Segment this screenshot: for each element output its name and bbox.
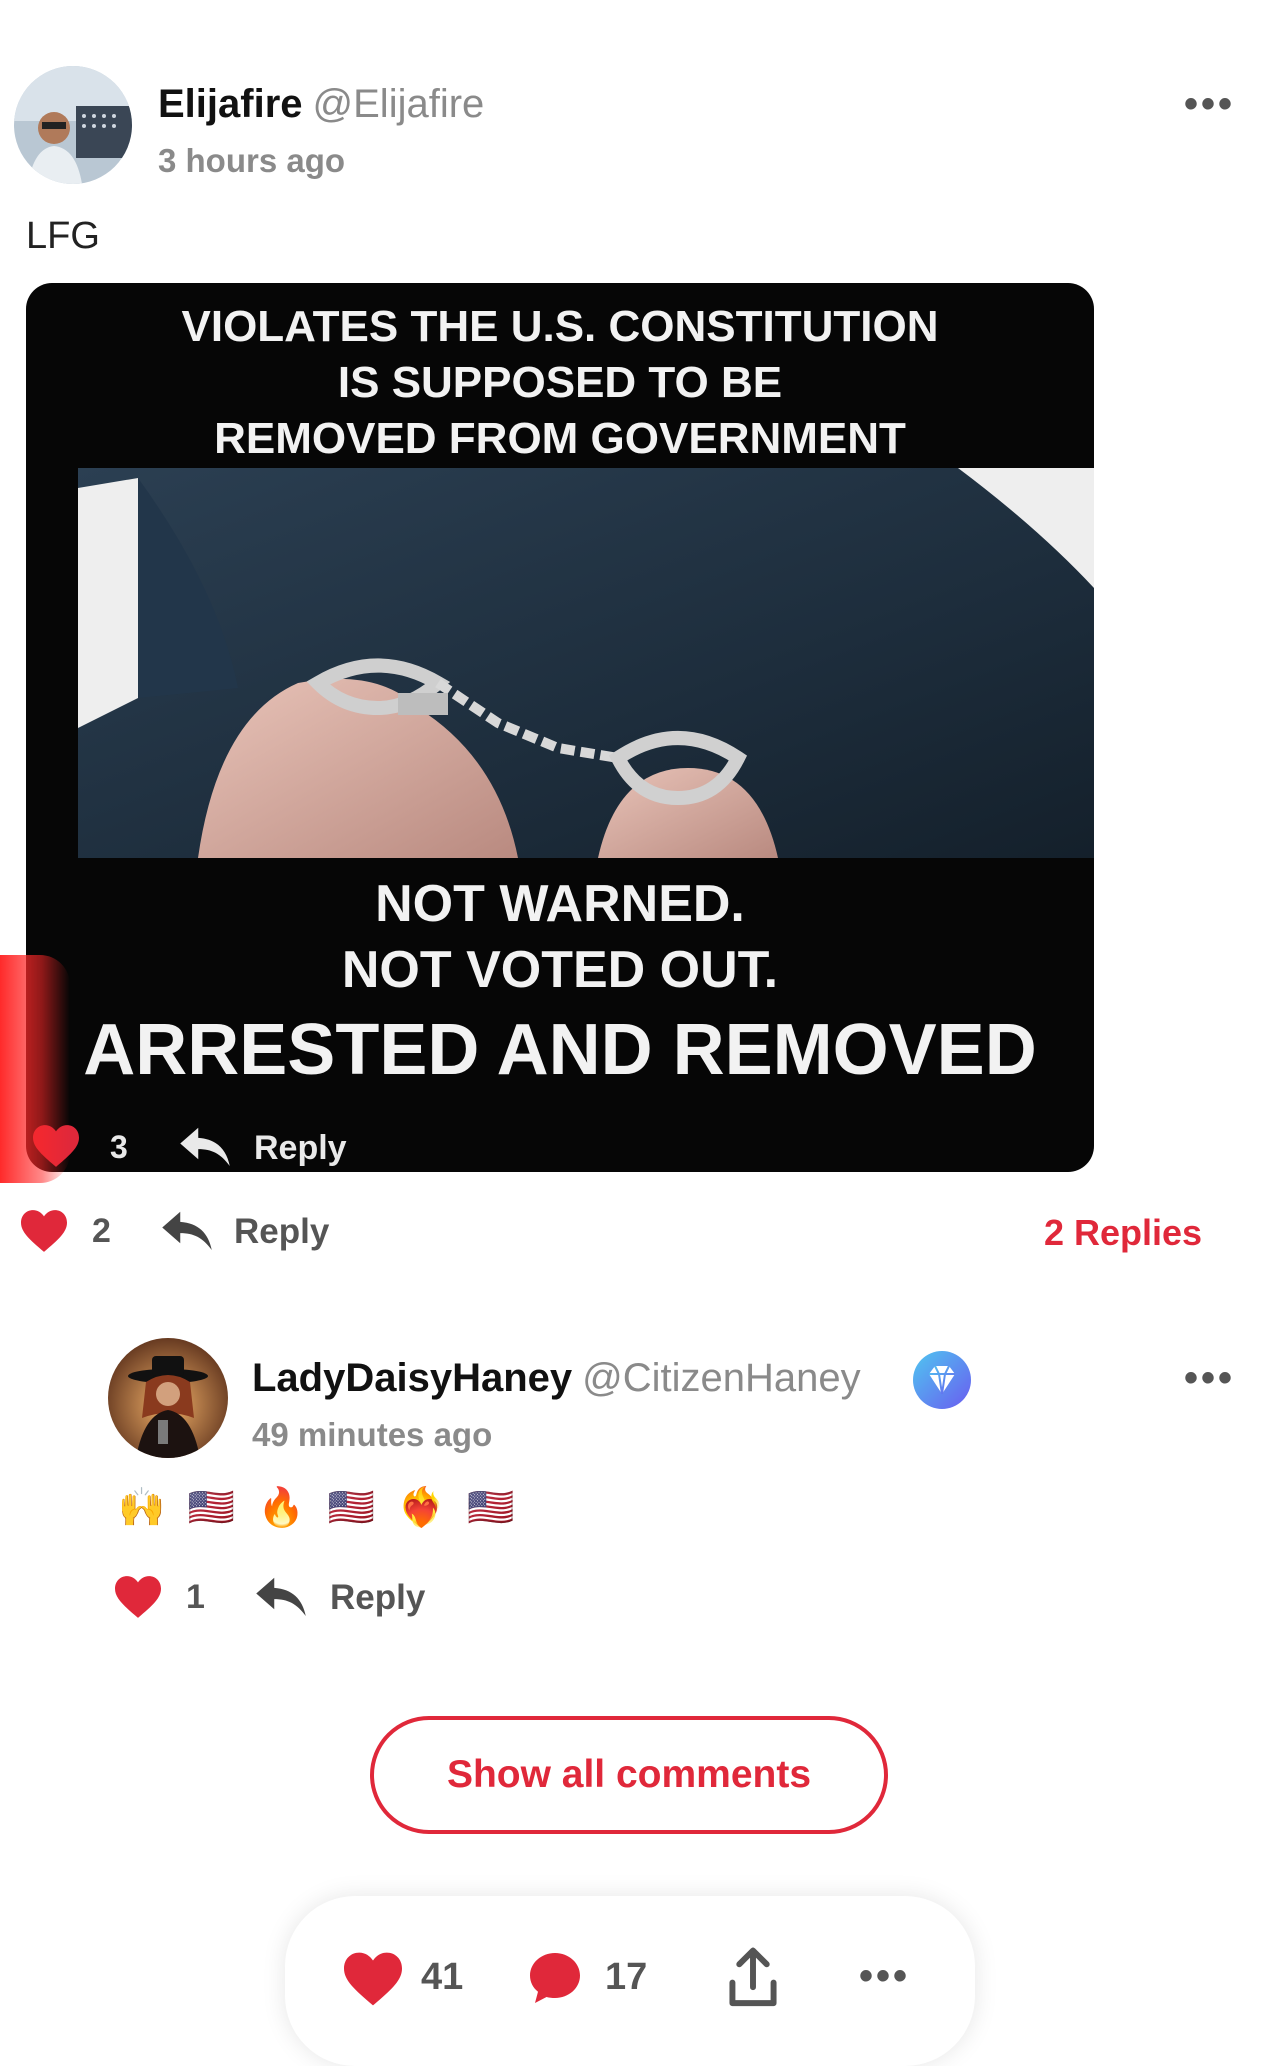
post-timestamp: 3 hours ago [158,142,346,179]
post-more-icon[interactable]: ••• [1184,82,1235,127]
show-all-comments-label: Show all comments [446,1753,812,1796]
reply-author-handle[interactable]: @CitizenHaney [582,1356,861,1400]
reply-like-button[interactable] [112,1574,164,1625]
verified-badge-icon [912,1350,972,1415]
post-author-name[interactable]: Elijafire [158,82,303,126]
bottom-action-bar: 41 17 ••• [285,1896,975,2066]
post-replies-link[interactable]: 2 Replies [1044,1212,1202,1254]
reply-author-name[interactable]: LadyDaisyHaney [252,1356,572,1400]
share-icon[interactable] [725,1946,781,2015]
meme-top-line-1: VIOLATES THE U.S. CONSTITUTION [181,302,939,351]
post-reply-button[interactable]: Reply [234,1212,329,1252]
reply-text: 🙌 🇺🇸 🔥 🇺🇸 ❤️‍🔥 🇺🇸 [118,1487,521,1529]
reply-reply-button[interactable]: Reply [330,1578,425,1618]
post-text: LFG [26,215,100,257]
meme-bottom-text: NOT WARNED. NOT VOTED OUT. ARRESTED AND … [26,871,1094,1093]
reply-reply-icon[interactable] [254,1574,308,1627]
reply-more-icon[interactable]: ••• [1184,1356,1235,1401]
meme-bottom-line-3: ARRESTED AND REMOVED [83,1010,1037,1090]
handcuffed-hands-photo [78,468,1094,858]
post-author-row: Elijafire @Elijafire [158,82,484,127]
reply-author-avatar[interactable] [108,1338,228,1458]
meme-embedded-reply-icon [178,1125,232,1172]
meme-embedded-likes: 3 [110,1129,128,1165]
bottom-comment-count: 17 [605,1956,648,1998]
reply-like-count: 1 [186,1578,205,1616]
post-reply-icon[interactable] [160,1208,214,1261]
post-image[interactable]: VIOLATES THE U.S. CONSTITUTION IS SUPPOS… [26,283,1094,1172]
post-like-button[interactable] [18,1208,70,1259]
meme-top-line-2: IS SUPPOSED TO BE [337,358,783,407]
show-all-comments-button[interactable]: Show all comments [370,1716,888,1834]
post-author-handle[interactable]: @Elijafire [313,82,485,126]
meme-bottom-line-1: NOT WARNED. [375,875,745,933]
comment-bubble-icon[interactable] [525,1948,585,2013]
meme-top-line-3: REMOVED FROM GOVERNMENT [214,414,906,463]
bottom-more-icon[interactable]: ••• [859,1954,910,1999]
meme-embedded-reply: Reply [254,1129,347,1167]
meme-top-text: VIOLATES THE U.S. CONSTITUTION IS SUPPOS… [26,299,1094,467]
bottom-like-count: 41 [421,1956,464,1998]
bottom-like-button[interactable] [341,1950,405,2013]
meme-bottom-line-2: NOT VOTED OUT. [341,941,779,999]
post-author-avatar[interactable] [14,66,132,184]
post-like-count: 2 [92,1212,111,1250]
reply-author-row: LadyDaisyHaney @CitizenHaney [252,1356,861,1401]
red-edge-decoration [0,955,70,1183]
reply-timestamp: 49 minutes ago [252,1416,493,1453]
